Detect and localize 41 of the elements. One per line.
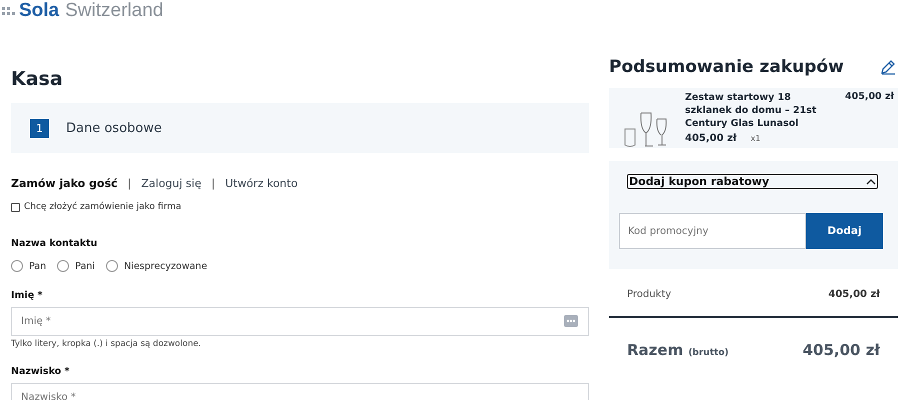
field-label: Nazwisko * <box>11 366 70 377</box>
radio-button[interactable] <box>106 260 118 272</box>
promo-code-field[interactable]: Kod promocyjny <box>619 213 806 249</box>
step-title: Dane osobowe <box>66 120 162 136</box>
radio-label: Pani <box>75 260 95 272</box>
logo-brand: Sola <box>19 0 60 22</box>
separator-text: | <box>128 177 132 190</box>
dots-icon[interactable] <box>564 315 578 327</box>
input-field[interactable]: Nazwisko * <box>11 383 589 400</box>
total-label: Razem <box>627 341 684 359</box>
total-value: 405,00 zł <box>802 341 880 359</box>
pencil-icon[interactable] <box>880 59 896 75</box>
hint-text: Tylko litery, kropka (.) i spacja są dozwolone. <box>11 339 202 349</box>
checkout-tab[interactable]: Zaloguj się <box>141 177 202 190</box>
dots-logo-icon <box>2 6 16 16</box>
item-price: 405,00 zł <box>845 91 894 102</box>
add-button[interactable]: Dodaj <box>806 213 883 249</box>
unit-price: 405,00 zł <box>685 133 737 144</box>
coupon-toggle[interactable]: Dodaj kupon rabatowy <box>627 174 878 189</box>
field-label: Nazwa kontaktu <box>11 238 98 249</box>
logo-text: Switzerland <box>65 0 164 22</box>
page-title: Kasa <box>11 68 64 92</box>
field-label: Imię * <box>11 290 44 301</box>
radio-label: Niesprecyzowane <box>124 260 208 272</box>
checkbox-label: Chcę złożyć zamówienie jako firma <box>24 202 182 212</box>
checkout-tab[interactable]: Zamów jako gość <box>11 177 118 190</box>
total-note: (brutto) <box>688 348 729 358</box>
products-value: 405,00 zł <box>828 289 880 300</box>
radio-button[interactable] <box>11 260 23 272</box>
radio-label: Pan <box>29 260 46 272</box>
quantity-text: x1 <box>750 134 760 143</box>
input-field[interactable]: Imię * <box>11 307 589 336</box>
separator-text: | <box>211 177 216 190</box>
checkout-tab[interactable]: Utwórz konto <box>225 177 298 190</box>
caret-icon <box>866 178 876 184</box>
radio-button[interactable] <box>57 260 70 272</box>
summary-title: Podsumowanie zakupów <box>609 57 844 77</box>
product-name[interactable]: Zestaw startowy 18 szklanek do domu – 21st Century Glas Lunasol <box>685 91 830 130</box>
checkbox[interactable] <box>11 202 20 212</box>
products-label: Produkty <box>627 289 672 300</box>
step-number: 1 <box>30 118 49 138</box>
